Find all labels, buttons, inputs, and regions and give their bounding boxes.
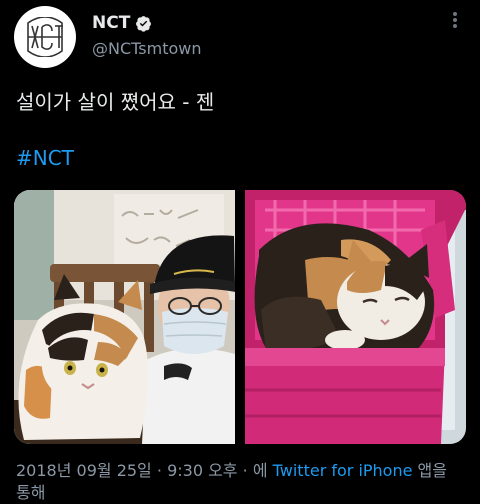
via-prefix: 에 bbox=[252, 461, 268, 480]
meta-separator: · bbox=[242, 461, 248, 480]
tweet-header: NCT @NCTsmtown bbox=[14, 6, 466, 68]
more-options-icon[interactable] bbox=[448, 10, 462, 30]
tweet-meta: 2018년 09월 25일 · 9:30 오후 · 에 Twitter for … bbox=[16, 460, 466, 504]
photo-cat-with-person[interactable] bbox=[14, 190, 235, 444]
media-grid bbox=[14, 190, 466, 444]
handle[interactable]: @NCTsmtown bbox=[92, 39, 201, 58]
meta-separator: · bbox=[156, 461, 162, 480]
tweet-text: 설이가 살이 쪘어요 - 젠 bbox=[16, 90, 215, 114]
photo-cat-in-basket[interactable] bbox=[245, 190, 466, 444]
tweet-date[interactable]: 2018년 09월 25일 bbox=[16, 461, 152, 480]
tweet-time[interactable]: 9:30 오후 bbox=[167, 461, 237, 480]
verified-badge-icon bbox=[136, 15, 152, 32]
avatar[interactable] bbox=[14, 6, 76, 68]
hashtag-link[interactable]: #NCT bbox=[16, 146, 74, 170]
source-link[interactable]: Twitter for iPhone bbox=[273, 461, 413, 480]
display-name[interactable]: NCT bbox=[92, 13, 130, 33]
nct-logo-icon bbox=[27, 17, 63, 57]
